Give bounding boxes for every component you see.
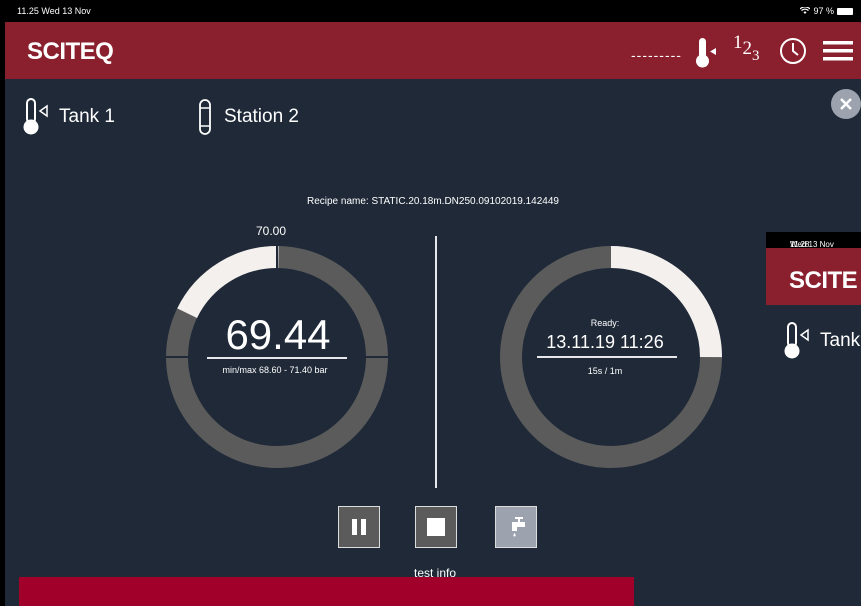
pressure-value: 69.44: [225, 311, 331, 358]
tap-button[interactable]: [495, 506, 537, 548]
pressure-underline: [207, 357, 347, 359]
pressure-minmax: min/max 68.60 - 71.40 bar: [222, 365, 328, 375]
timer-status: Ready:: [590, 318, 620, 328]
station-icon: [199, 99, 211, 135]
timer-datetime: 13.11.19 11:26: [546, 332, 664, 352]
info-bar: [19, 577, 634, 606]
app-screen: 11.25 Wed 13 Nov 97 % SCITEQ --------- 1…: [5, 0, 861, 606]
pressure-setpoint: 70.00: [256, 224, 287, 238]
header-dashes: ---------: [631, 47, 682, 63]
thermometer-icon: [784, 322, 809, 359]
overlay-tank-label: Tank: [820, 330, 861, 351]
thermometer-icon: [23, 98, 48, 135]
status-bar: 11.25 Wed 13 Nov 97 %: [5, 0, 861, 22]
logo: SCITEQ: [27, 38, 114, 65]
timer-underline: [537, 356, 677, 358]
close-button[interactable]: [831, 89, 861, 119]
status-time-date: 11.25 Wed 13 Nov: [17, 6, 91, 16]
station-label: Station 2: [224, 106, 299, 127]
numbered-list-icon[interactable]: 123: [733, 32, 760, 64]
thermometer-icon[interactable]: [695, 36, 717, 70]
tap-icon: [512, 517, 525, 537]
wifi-icon: [800, 7, 811, 14]
pause-button[interactable]: [338, 506, 380, 548]
station-selector[interactable]: Station 2: [194, 96, 299, 138]
gauge-divider: [435, 236, 437, 488]
stop-button[interactable]: [415, 506, 457, 548]
app-header: SCITEQ --------- 123: [5, 22, 861, 79]
battery-icon: [837, 7, 853, 15]
battery-percent: 97 %: [813, 6, 834, 16]
recipe-name: Recipe name: STATIC.20.18m.DN250.0910201…: [306, 196, 559, 207]
overlay-header: SCITE: [766, 248, 861, 305]
overlay-status-bar: 11.28 Wed 13 Nov: [766, 232, 861, 249]
status-right: 97 %: [800, 6, 853, 16]
close-icon: [840, 98, 852, 110]
tank-label: Tank 1: [59, 106, 115, 127]
timer-progress: 15s / 1m: [587, 366, 623, 376]
tank-selector[interactable]: Tank 1: [21, 96, 115, 138]
overlay-screenshot: 11.28 Wed 13 Nov SCITE Tank: [766, 232, 861, 606]
clock-icon[interactable]: [779, 37, 807, 65]
overlay-logo: SCITE: [789, 267, 858, 294]
hamburger-menu-icon[interactable]: [823, 40, 853, 62]
stop-icon: [427, 518, 445, 536]
pause-icon: [352, 519, 366, 535]
overlay-tank-selector: Tank: [782, 320, 860, 362]
